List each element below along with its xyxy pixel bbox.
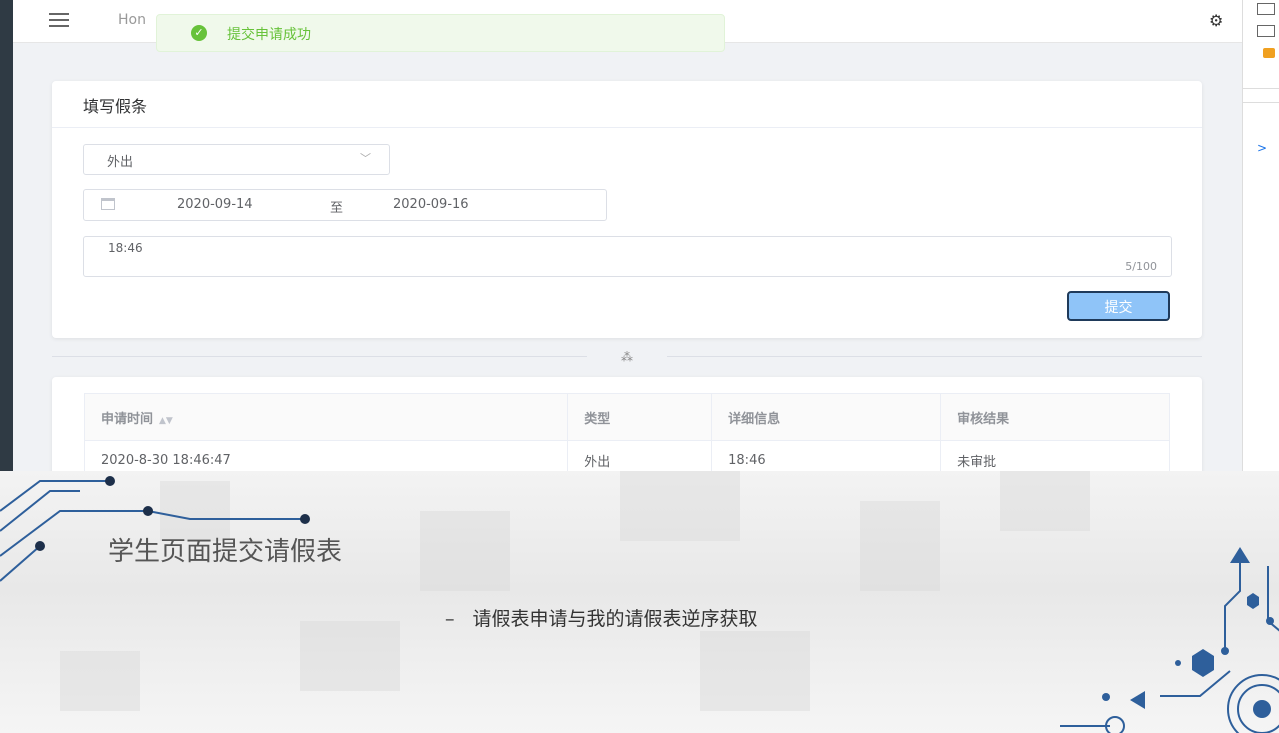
card-header: 填写假条 [52, 81, 1202, 128]
leave-type-select[interactable]: 外出 ﹀ [83, 144, 390, 175]
inspect-icon[interactable] [1257, 3, 1275, 15]
table-row[interactable]: 2020-8-30 18:46:47 外出 18:46 未审批 [83, 440, 1170, 471]
loading-icon: ⁂ [587, 348, 667, 366]
form-title: 填写假条 [83, 97, 148, 116]
circuit-decoration [0, 476, 1279, 733]
cell-apply-time: 2020-8-30 18:46:47 [83, 440, 569, 471]
toast-message: 提交申请成功 [227, 27, 311, 43]
sort-icon[interactable]: ▲▼ [159, 416, 173, 426]
leave-form-card: 填写假条 外出 ﹀ 2020-09-14 至 2020-09-16 18:46 … [52, 81, 1202, 338]
start-date[interactable]: 2020-09-14 [177, 197, 253, 212]
calendar-icon [101, 198, 115, 210]
bullet-text: 请假表申请与我的请假表逆序获取 [472, 608, 758, 630]
leave-table: 申请时间 ▲▼ 类型 详细信息 审核结果 2020-8-30 18:46:47 外… [83, 393, 1170, 471]
column-header-apply-time[interactable]: 申请时间 ▲▼ [83, 393, 569, 441]
breadcrumb[interactable]: Hon [118, 12, 146, 28]
chevron-down-icon: ﹀ [360, 152, 371, 165]
detail-value: 18:46 [108, 241, 143, 255]
cell-detail: 18:46 [711, 440, 942, 471]
end-date[interactable]: 2020-09-16 [393, 197, 469, 212]
range-separator: 至 [330, 201, 344, 216]
bullet-marker: – [445, 608, 455, 630]
success-toast: ✓ 提交申请成功 [156, 14, 725, 52]
device-toggle-icon[interactable] [1257, 25, 1275, 37]
cell-result: 未审批 [940, 440, 1170, 471]
presentation-slide: 学生页面提交请假表 – 请假表申请与我的请假表逆序获取 [0, 471, 1279, 733]
column-header-detail: 详细信息 [711, 393, 942, 441]
column-header-result: 审核结果 [940, 393, 1170, 441]
column-header-type: 类型 [567, 393, 713, 441]
char-counter: 5/100 [1125, 260, 1157, 273]
date-range-picker[interactable]: 2020-09-14 至 2020-09-16 [83, 189, 607, 221]
console-chevron-icon[interactable]: > [1257, 141, 1267, 155]
warning-icon[interactable] [1263, 48, 1275, 58]
slide-bullet: – 请假表申请与我的请假表逆序获取 [445, 604, 758, 631]
slide-heading: 学生页面提交请假表 [108, 537, 343, 567]
detail-textarea[interactable]: 18:46 5/100 [83, 236, 1172, 277]
app-screenshot: Hon ⚙ ✓ 提交申请成功 > 填写假条 外出 ﹀ 2020-09-14 至 … [0, 0, 1279, 471]
leave-type-value: 外出 [107, 155, 134, 170]
leave-list-card: 申请时间 ▲▼ 类型 详细信息 审核结果 2020-8-30 18:46:47 外… [52, 377, 1202, 471]
success-check-icon: ✓ [191, 25, 207, 41]
sidebar [0, 0, 13, 471]
menu-icon[interactable] [49, 13, 69, 27]
cell-type: 外出 [567, 440, 713, 471]
devtools-panel: > [1242, 0, 1279, 471]
submit-button[interactable]: 提交 [1067, 291, 1170, 321]
settings-icon[interactable]: ⚙ [1209, 11, 1223, 30]
